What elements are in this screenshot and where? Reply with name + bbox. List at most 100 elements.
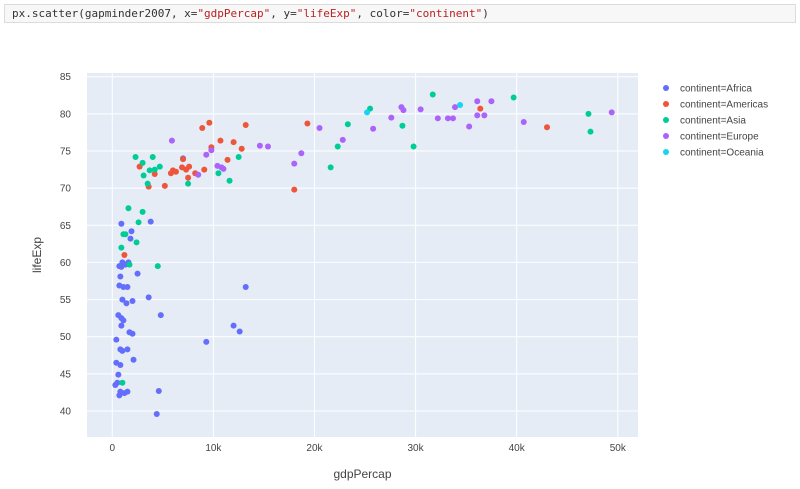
legend-item[interactable]: continent=Asia [663, 116, 746, 127]
data-point[interactable] [364, 109, 371, 116]
data-point[interactable] [399, 122, 406, 129]
data-point[interactable] [115, 371, 122, 378]
data-point[interactable] [139, 208, 146, 215]
data-point[interactable] [544, 124, 551, 131]
data-point[interactable] [466, 123, 473, 130]
data-point[interactable] [149, 153, 156, 160]
data-point[interactable] [134, 270, 141, 277]
data-point[interactable] [434, 115, 441, 122]
data-point[interactable] [291, 186, 298, 193]
data-point[interactable] [118, 322, 125, 329]
data-point[interactable] [118, 220, 125, 227]
data-point[interactable] [118, 244, 125, 251]
data-point[interactable] [203, 151, 210, 158]
data-point[interactable] [123, 300, 130, 307]
legend-item[interactable]: continent=Europe [663, 132, 759, 143]
data-point[interactable] [298, 150, 305, 157]
data-point[interactable] [124, 283, 131, 290]
legend[interactable]: continent=Africa continent=Americas contin… [663, 84, 768, 159]
data-point[interactable] [140, 172, 147, 179]
data-point[interactable] [203, 338, 210, 345]
data-point[interactable] [133, 239, 140, 246]
data-point[interactable] [121, 252, 128, 258]
data-point[interactable] [130, 356, 137, 363]
data-point[interactable] [226, 177, 233, 184]
data-point[interactable] [608, 109, 615, 116]
data-point[interactable] [370, 125, 377, 132]
data-point[interactable] [157, 312, 164, 319]
data-point[interactable] [124, 388, 131, 395]
data-point[interactable] [117, 361, 124, 368]
data-point[interactable] [449, 115, 456, 122]
data-point[interactable] [429, 91, 436, 98]
data-point[interactable] [316, 124, 323, 131]
data-point[interactable] [242, 122, 249, 128]
data-point[interactable] [457, 101, 464, 108]
data-point[interactable] [119, 379, 126, 386]
data-point[interactable] [585, 110, 592, 117]
data-point[interactable] [129, 298, 136, 305]
data-point[interactable] [145, 294, 152, 301]
data-point[interactable] [135, 219, 142, 226]
data-point[interactable] [208, 147, 215, 154]
data-point[interactable] [474, 112, 481, 119]
data-point[interactable] [417, 106, 424, 113]
data-point[interactable] [224, 156, 231, 163]
data-point[interactable] [113, 336, 120, 343]
data-point[interactable] [128, 228, 135, 235]
data-point[interactable] [139, 159, 146, 166]
data-point[interactable] [230, 139, 237, 146]
data-point[interactable] [236, 328, 243, 335]
data-point[interactable] [155, 387, 162, 394]
data-point[interactable] [126, 261, 133, 268]
data-point[interactable] [400, 107, 407, 114]
data-point[interactable] [125, 205, 132, 212]
legend-item[interactable]: continent=Americas [663, 100, 768, 111]
data-point[interactable] [264, 143, 271, 150]
data-point[interactable] [195, 171, 202, 178]
data-point[interactable] [129, 330, 136, 337]
data-point[interactable] [235, 153, 242, 160]
data-point[interactable] [168, 137, 175, 144]
data-point[interactable] [185, 180, 192, 187]
data-point[interactable] [119, 347, 126, 354]
data-point[interactable] [132, 153, 139, 160]
data-point[interactable] [304, 120, 311, 127]
data-point[interactable] [120, 317, 127, 324]
data-point[interactable] [344, 121, 351, 128]
data-point[interactable] [124, 346, 131, 353]
data-point[interactable] [388, 114, 395, 121]
data-point[interactable] [161, 182, 168, 189]
data-point[interactable] [172, 168, 179, 175]
data-point[interactable] [215, 170, 222, 177]
data-point[interactable] [144, 180, 151, 187]
data-point[interactable] [201, 166, 208, 173]
data-point[interactable] [199, 124, 206, 131]
data-point[interactable] [339, 136, 346, 143]
data-point[interactable] [410, 143, 417, 150]
data-point[interactable] [520, 119, 527, 126]
data-point[interactable] [230, 322, 237, 329]
data-point[interactable] [185, 174, 192, 181]
data-point[interactable] [122, 231, 129, 238]
data-point[interactable] [488, 98, 495, 105]
data-point[interactable] [220, 165, 227, 172]
data-point[interactable] [327, 164, 334, 171]
legend-item[interactable]: continent=Africa [663, 84, 752, 95]
data-point[interactable] [206, 119, 213, 126]
data-point[interactable] [156, 163, 163, 170]
data-point[interactable] [481, 112, 488, 119]
data-point[interactable] [238, 145, 245, 152]
data-point[interactable] [334, 143, 341, 150]
data-point[interactable] [256, 142, 263, 149]
data-point[interactable] [146, 167, 153, 174]
legend-item[interactable]: continent=Oceania [663, 148, 764, 159]
data-point[interactable] [153, 410, 160, 417]
data-point[interactable] [186, 163, 193, 170]
data-point[interactable] [117, 273, 124, 280]
data-point[interactable] [291, 160, 298, 167]
data-point[interactable] [510, 94, 517, 101]
data-point[interactable] [147, 218, 154, 225]
data-point[interactable] [154, 263, 161, 270]
data-point[interactable] [242, 283, 249, 290]
